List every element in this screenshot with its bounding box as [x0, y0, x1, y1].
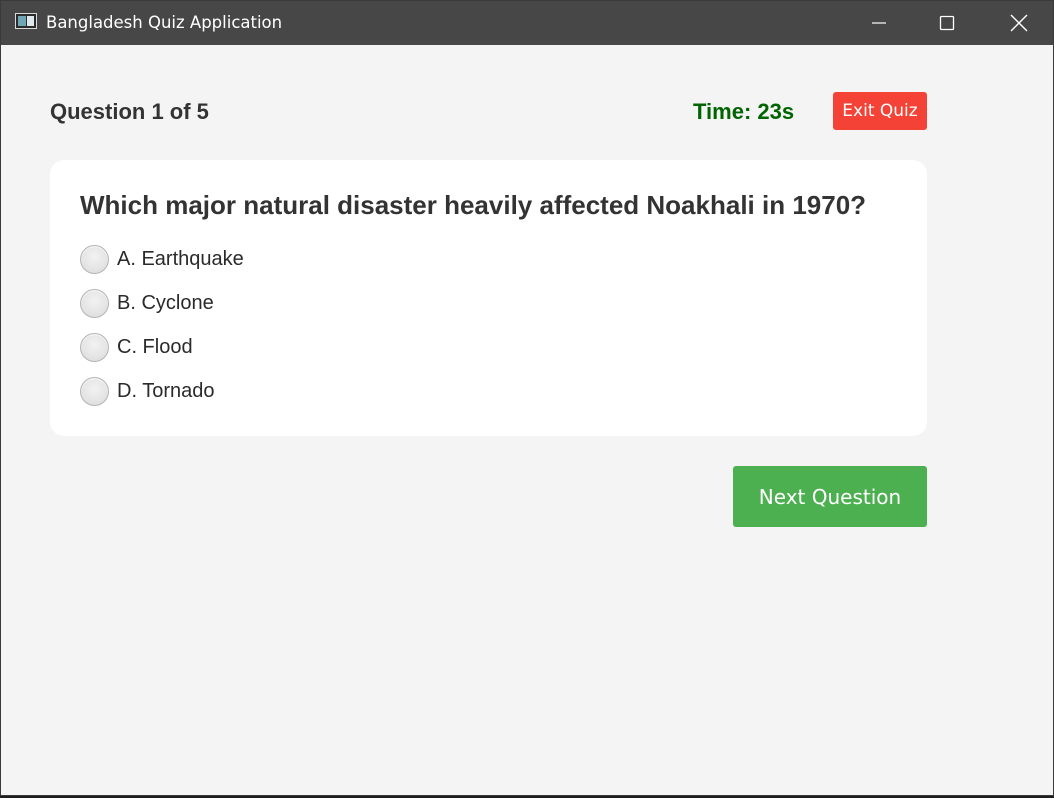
radio-button[interactable] [80, 376, 109, 406]
minimize-icon [872, 22, 886, 24]
minimize-button[interactable] [844, 1, 914, 45]
question-progress: Question 1 of 5 [50, 99, 209, 124]
timer-label: Time: 23s [693, 99, 795, 124]
question-card: Which major natural disaster heavily aff… [50, 160, 927, 436]
question-text: Which major natural disaster heavily aff… [80, 190, 867, 220]
option-b[interactable]: B. Cyclone [80, 288, 214, 318]
option-c[interactable]: C. Flood [80, 332, 193, 362]
option-label[interactable]: C. Flood [117, 336, 193, 359]
option-label[interactable]: D. Tornado [117, 380, 214, 403]
option-d[interactable]: D. Tornado [80, 376, 214, 406]
maximize-icon [939, 15, 955, 31]
exit-quiz-button[interactable]: Exit Quiz [833, 92, 927, 130]
close-icon [1010, 14, 1028, 32]
radio-button[interactable] [80, 288, 109, 318]
option-a[interactable]: A. Earthquake [80, 244, 244, 274]
option-label[interactable]: A. Earthquake [117, 248, 244, 271]
radio-button[interactable] [80, 332, 109, 362]
title-bar[interactable]: Bangladesh Quiz Application [1, 1, 1053, 45]
quiz-content: Question 1 of 5 Time: 23s Exit Quiz Whic… [1, 45, 1053, 795]
radio-button[interactable] [80, 244, 109, 274]
app-window-icon [15, 13, 37, 29]
maximize-button[interactable] [912, 1, 982, 45]
app-window: Bangladesh Quiz Application Question 1 o… [0, 0, 1054, 796]
next-question-button[interactable]: Next Question [733, 466, 927, 527]
close-button[interactable] [984, 1, 1053, 45]
option-label[interactable]: B. Cyclone [117, 292, 214, 315]
window-title: Bangladesh Quiz Application [46, 13, 283, 32]
